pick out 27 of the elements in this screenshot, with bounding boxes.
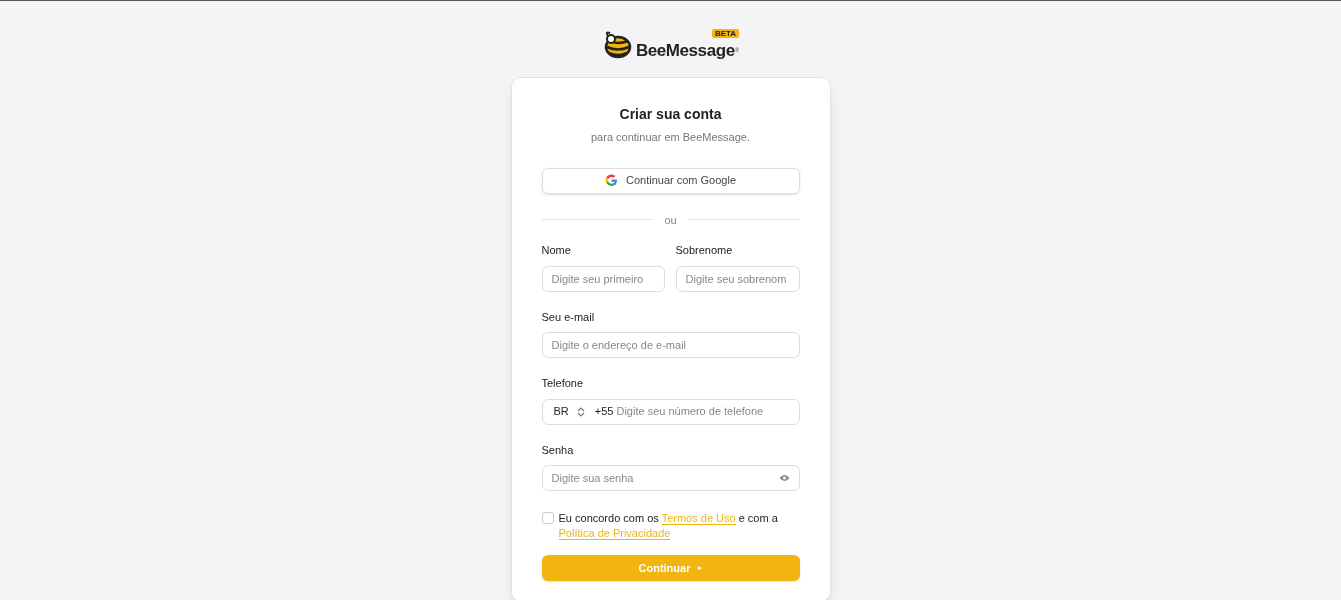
phone-input[interactable]: Digite seu número de telefone: [616, 403, 788, 420]
eye-icon[interactable]: [778, 474, 790, 482]
dial-code: +55: [594, 404, 614, 420]
terms-text: Eu concordo com os Termos de Uso e com a Política de Privacidade: [558, 511, 779, 541]
divider-text: ou: [664, 212, 677, 228]
password-input[interactable]: Digite sua senha: [551, 469, 779, 487]
phone-field[interactable]: BR +55 Digite seu número de telefone: [541, 398, 800, 425]
field-label: Nome: [541, 243, 572, 258]
country-code: BR: [553, 404, 569, 420]
privacy-link[interactable]: Política de Privacidade: [558, 527, 671, 540]
card-subtitle: para continuar em BeeMessage.: [590, 130, 751, 145]
google-icon: [604, 174, 618, 187]
field-label: Sobrenome: [675, 243, 734, 258]
terms-link[interactable]: Termos de Uso: [661, 512, 736, 525]
field-label: Telefone: [541, 376, 585, 391]
logo-text: BeeMessage: [635, 42, 735, 59]
field-label: Seu e-mail: [541, 309, 596, 325]
card-title: Criar sua conta: [618, 105, 723, 124]
google-button[interactable]: Continuar com Google: [541, 167, 800, 194]
input-field[interactable]: Digite seu sobrenom: [675, 265, 800, 292]
input-field[interactable]: Digite o endereço de e-mail: [541, 332, 800, 358]
input-field[interactable]: Digite seu primeiro: [541, 265, 665, 292]
field-label: Senha: [541, 442, 575, 458]
chevron-updown-icon[interactable]: [576, 406, 585, 417]
terms-checkbox[interactable]: [541, 512, 554, 524]
beta-badge: BETA: [711, 29, 740, 38]
password-field[interactable]: Digite sua senha: [541, 465, 800, 491]
